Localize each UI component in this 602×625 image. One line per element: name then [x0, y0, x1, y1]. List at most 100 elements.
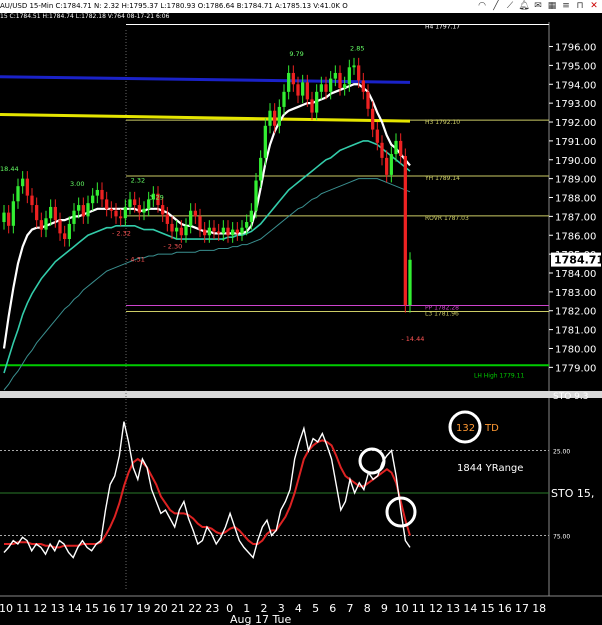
candle-body — [357, 65, 361, 81]
candle-body — [403, 155, 407, 306]
candle-body — [310, 99, 314, 113]
candle-body — [2, 212, 6, 223]
candle-body — [81, 205, 85, 217]
candle-body — [203, 229, 207, 236]
candle-body — [338, 72, 342, 89]
time-tick-label: 16 — [102, 602, 116, 615]
time-tick-label: 20 — [154, 602, 168, 615]
candle-body — [366, 91, 370, 109]
candle-body — [91, 195, 95, 204]
time-tick-label: 17 — [515, 602, 529, 615]
level-label: L3 1781.96 — [425, 310, 459, 317]
price-tick-label: 1783.00 — [555, 288, 596, 299]
candle-body — [263, 125, 267, 158]
candle-body — [343, 84, 347, 89]
candle-body — [49, 206, 53, 219]
swing-label: 3.29 — [149, 193, 163, 201]
panel-divider — [0, 391, 602, 398]
price-tick-label: 1788.00 — [555, 194, 596, 205]
time-tick-label: 5 — [312, 602, 319, 615]
candle-body — [352, 65, 356, 68]
time-tick-label: 21 — [171, 602, 185, 615]
candle-body — [226, 227, 230, 236]
osc-top-value: STO 9.3 — [553, 392, 588, 402]
time-tick-label: 15 — [85, 602, 99, 615]
time-tick-label: 9 — [381, 602, 388, 615]
candle-body — [193, 210, 197, 217]
time-tick-label: 12 — [33, 602, 47, 615]
candle-body — [77, 205, 81, 211]
candle-body — [333, 72, 337, 79]
level-label: ROVR 1787.03 — [425, 215, 469, 222]
price-tick-label: 1779.00 — [555, 363, 596, 374]
candle-body — [375, 129, 379, 143]
date-label: Aug 17 Tue — [230, 613, 291, 625]
time-tick-label: 11 — [412, 602, 426, 615]
swing-label: 3.00 — [70, 180, 84, 188]
osc-annotation: 1844 YRange — [457, 463, 523, 474]
osc-level-label: 25.00 — [553, 449, 570, 456]
time-tick-label: 23 — [205, 602, 219, 615]
candle-body — [399, 140, 403, 156]
time-tick-label: 14 — [463, 602, 477, 615]
candle-body — [123, 206, 127, 219]
candle-body — [105, 199, 109, 209]
osc-level-label: 75.00 — [553, 534, 570, 541]
candle-body — [58, 220, 62, 234]
candle-body — [133, 199, 137, 206]
candle-body — [240, 227, 244, 234]
candle-body — [380, 142, 384, 158]
price-tick-label: 1793.00 — [555, 99, 596, 110]
candle-body — [408, 259, 412, 306]
candle-body — [119, 216, 123, 219]
candle-body — [7, 212, 11, 226]
candle-body — [67, 223, 71, 240]
price-tick-label: 1789.00 — [555, 175, 596, 186]
candle-body — [35, 205, 39, 221]
price-tick-label: 1781.00 — [555, 326, 596, 337]
candle-body — [287, 72, 291, 92]
candle-body — [207, 227, 211, 236]
candle-body — [86, 203, 90, 217]
time-tick-label: 16 — [498, 602, 512, 615]
candle-body — [95, 189, 99, 196]
candle-body — [319, 84, 323, 92]
osc-label: STO 15, — [551, 487, 594, 500]
candle-body — [394, 140, 398, 155]
candle-body — [273, 110, 277, 126]
time-tick-label: 7 — [347, 602, 354, 615]
candle-body — [259, 157, 263, 181]
candle-body — [198, 216, 202, 230]
candle-body — [245, 222, 249, 228]
candle-body — [128, 199, 132, 207]
candle-body — [179, 227, 183, 236]
candle-body — [221, 227, 225, 234]
candle-body — [161, 205, 165, 215]
candle-body — [282, 91, 286, 107]
time-tick-label: 10 — [0, 602, 13, 615]
price-tick-label: 1792.00 — [555, 118, 596, 129]
price-chart: 1796.001795.001794.001793.001792.001791.… — [0, 22, 602, 625]
osc-annotation: TD — [484, 423, 499, 434]
level-label: H4 1797.17 — [425, 23, 460, 30]
candle-body — [291, 72, 295, 85]
candle-body — [371, 108, 375, 130]
candle-body — [53, 206, 57, 221]
time-tick-label: 19 — [137, 602, 151, 615]
time-tick-label: 13 — [446, 602, 460, 615]
level-label: YH 1789.14 — [424, 175, 460, 182]
candle-body — [25, 178, 29, 196]
price-tick-label: 1794.00 — [555, 80, 596, 91]
time-tick-label: 22 — [188, 602, 202, 615]
time-tick-label: 18 — [532, 602, 546, 615]
candle-body — [254, 180, 258, 211]
candle-body — [389, 154, 393, 175]
price-tick-label: 1787.00 — [555, 212, 596, 223]
candle-body — [142, 208, 146, 213]
price-tick-label: 1790.00 — [555, 156, 596, 167]
time-tick-label: 6 — [329, 602, 336, 615]
price-tick-label: 1782.00 — [555, 307, 596, 318]
swing-label: - 4.31 — [126, 256, 145, 264]
candle-body — [277, 106, 281, 126]
swing-label: - 14.44 — [401, 335, 424, 343]
